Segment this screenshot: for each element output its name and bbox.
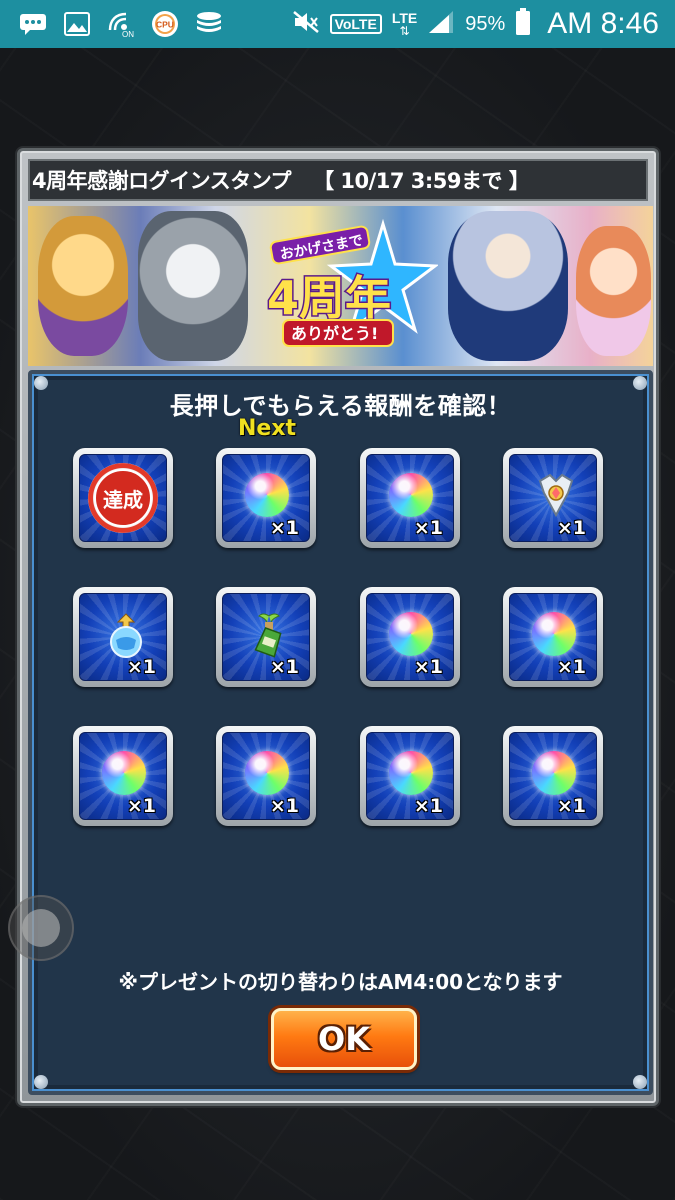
character-art-swordsman <box>448 211 568 361</box>
lte-indicator: LTE ⇅ <box>391 10 418 38</box>
clock: AM 8:46 <box>547 7 659 40</box>
corner-rivet <box>633 1075 647 1089</box>
battery-percent: 95% <box>465 12 506 35</box>
signal-icon <box>427 9 455 39</box>
orb-icon <box>389 612 433 656</box>
mute-icon <box>292 10 320 38</box>
reward-slot-2[interactable]: ×1 <box>216 448 316 548</box>
anniversary-banner: おかげさまで 4周年 ありがとう! <box>28 206 653 366</box>
potion-icon <box>110 613 142 658</box>
volte-indicator: VoLTE <box>329 14 382 34</box>
reward-slot-10[interactable]: ×1 <box>216 726 316 826</box>
chat-bubble-icon <box>18 10 48 38</box>
reward-slot-11[interactable]: ×1 <box>360 726 460 826</box>
ok-button[interactable]: OK <box>271 1008 417 1070</box>
achieved-stamp-icon: 達成 <box>88 463 158 533</box>
bottle-icon <box>254 613 282 658</box>
orb-icon <box>245 473 289 517</box>
reward-slot-6[interactable]: ×1 <box>216 587 316 687</box>
storage-icon <box>194 10 224 38</box>
reward-slot-5[interactable]: ×1 <box>73 587 173 687</box>
reward-slot-7[interactable]: ×1 <box>360 587 460 687</box>
orb-icon <box>389 473 433 517</box>
battery-icon <box>515 8 531 40</box>
assistive-touch-button[interactable] <box>8 895 74 961</box>
image-icon <box>62 10 92 38</box>
anniversary-logo: おかげさまで 4周年 ありがとう! <box>266 218 438 347</box>
dialog-title: 4周年感謝ログインスタンプ <box>32 169 292 193</box>
reward-quantity: ×1 <box>269 517 299 539</box>
orb-icon <box>102 751 146 795</box>
login-stamp-dialog: 4周年感謝ログインスタンプ 【 10/17 3:59まで 】 おかげさまで 4周… <box>17 148 659 1106</box>
reward-slot-12[interactable]: ×1 <box>503 726 603 826</box>
reward-quantity: ×1 <box>126 656 156 678</box>
reward-slot-3[interactable]: ×1 <box>360 448 460 548</box>
reward-quantity: ×1 <box>556 795 586 817</box>
corner-rivet <box>34 1075 48 1089</box>
reward-quantity: ×1 <box>556 517 586 539</box>
reward-slot-4[interactable]: ×1 <box>503 448 603 548</box>
orb-icon <box>389 751 433 795</box>
svg-text:CPU: CPU <box>156 20 174 30</box>
reward-quantity: ×1 <box>269 795 299 817</box>
reward-slot-1[interactable]: 達成 <box>73 448 173 548</box>
status-bar: ON CPU VoLTE LTE ⇅ 95% AM 8:46 <box>0 0 675 48</box>
reward-quantity: ×1 <box>556 656 586 678</box>
switch-time-notice: ※プレゼントの切り替わりはAM4:00となります <box>118 970 563 994</box>
reward-quantity: ×1 <box>269 656 299 678</box>
orb-icon <box>532 612 576 656</box>
cpu-icon: CPU <box>150 10 180 38</box>
svg-text:ON: ON <box>122 30 134 38</box>
dialog-deadline: 【 10/17 3:59まで 】 <box>313 169 530 193</box>
svg-text:4周年: 4周年 <box>267 271 391 325</box>
character-art-armor <box>138 211 248 361</box>
character-art-left <box>38 216 128 356</box>
reward-quantity: ×1 <box>413 795 443 817</box>
orb-icon <box>245 751 289 795</box>
reward-quantity: ×1 <box>413 517 443 539</box>
orb-icon <box>532 751 576 795</box>
reward-slot-9[interactable]: ×1 <box>73 726 173 826</box>
character-art-right <box>576 226 651 356</box>
reward-quantity: ×1 <box>413 656 443 678</box>
reward-slot-8[interactable]: ×1 <box>503 587 603 687</box>
emblem-badge-icon <box>538 473 574 518</box>
reward-panel: 長押しでもらえる報酬を確認！ Next 達成 ×1 ×1 ×1 ×1 ×1 ×1… <box>28 370 653 1095</box>
dialog-title-bar: 4周年感謝ログインスタンプ 【 10/17 3:59まで 】 <box>28 159 648 201</box>
panel-heading: 長押しでもらえる報酬を確認！ <box>169 392 512 420</box>
next-label: Next <box>238 416 297 441</box>
wifi-calling-icon: ON <box>106 10 136 38</box>
svg-text:ありがとう!: ありがとう! <box>291 324 378 343</box>
reward-quantity: ×1 <box>126 795 156 817</box>
